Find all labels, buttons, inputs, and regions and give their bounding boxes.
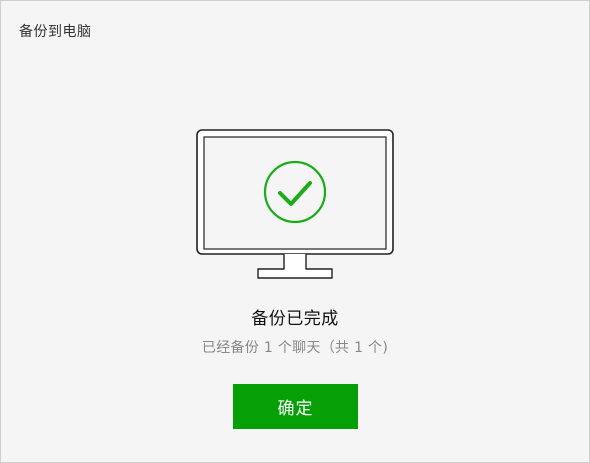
monitor-stand — [257, 254, 333, 279]
status-heading: 备份已完成 — [251, 309, 339, 329]
monitor-illustration — [196, 129, 394, 279]
monitor-screen — [203, 136, 387, 250]
status-detail: 已经备份 1 个聊天（共 1 个) — [201, 340, 389, 356]
confirm-button[interactable]: 确定 — [233, 384, 358, 429]
window-title: 备份到电脑 — [19, 24, 92, 40]
backup-window: 备份到电脑 备份已完成 已经备份 1 个聊天（共 1 个) 确定 — [0, 0, 590, 463]
